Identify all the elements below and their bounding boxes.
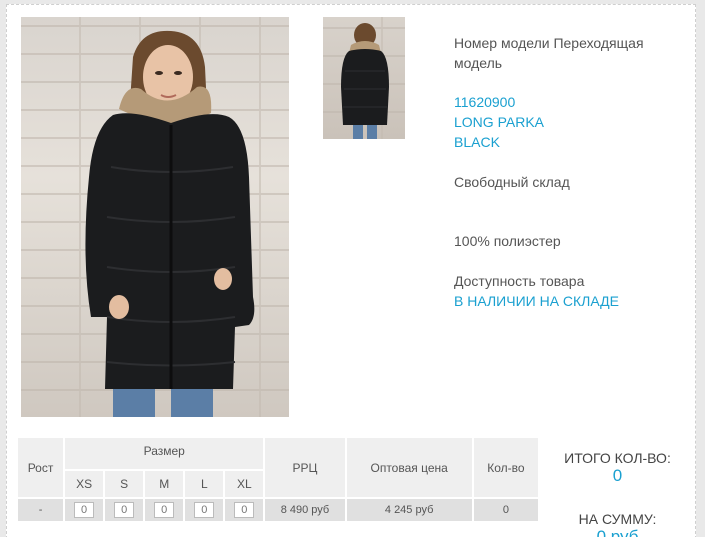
qty-input-xl[interactable] xyxy=(234,502,255,518)
qty-cell-xs xyxy=(63,497,106,523)
size-s: S xyxy=(103,469,146,499)
row-wholesale: 4 245 руб xyxy=(344,497,474,523)
model-front-illustration xyxy=(85,30,255,417)
availability-label: Доступность товара xyxy=(454,273,585,289)
size-m: M xyxy=(143,469,186,499)
qty-cell-m xyxy=(143,497,186,523)
total-sum-value: 0 руб xyxy=(596,527,639,537)
total-count-label: ИТОГО КОЛ-ВО: xyxy=(564,450,671,466)
material-label: 100% полиэстер xyxy=(454,233,561,249)
product-color: BLACK xyxy=(454,134,500,150)
header-wholesale: Оптовая цена xyxy=(344,436,474,499)
qty-input-s[interactable] xyxy=(114,502,135,518)
qty-input-xs[interactable] xyxy=(74,502,95,518)
size-xs: XS xyxy=(63,469,106,499)
product-name: LONG PARKA xyxy=(454,114,544,130)
qty-input-l[interactable] xyxy=(194,502,215,518)
model-label: Номер модели Переходящая модель xyxy=(454,35,644,71)
qty-cell-l xyxy=(183,497,226,523)
total-sum: НА СУММУ: 0 руб xyxy=(555,511,680,537)
warehouse-label: Свободный склад xyxy=(454,174,570,190)
size-xl: XL xyxy=(223,469,266,499)
product-card: Номер модели Переходящая модель 11620900… xyxy=(6,4,696,537)
size-l: L xyxy=(183,469,226,499)
total-count-value: 0 xyxy=(612,466,623,485)
availability-status: В НАЛИЧИИ НА СКЛАДЕ xyxy=(454,293,619,309)
size-price-table: Рост Размер РРЦ Оптовая цена Кол-во XS S… xyxy=(15,436,541,523)
header-height: Рост xyxy=(15,436,66,499)
qty-cell-s xyxy=(103,497,146,523)
qty-cell-xl xyxy=(223,497,266,523)
product-thumbnail-back[interactable] xyxy=(323,17,405,139)
article-number: 11620900 xyxy=(454,94,516,110)
header-qty: Кол-во xyxy=(471,436,541,499)
header-size: Размер xyxy=(63,436,266,471)
product-main-photo[interactable] xyxy=(21,17,289,417)
row-qty: 0 xyxy=(471,497,541,523)
row-height: - xyxy=(15,497,66,523)
model-back-illustration xyxy=(341,23,389,139)
total-sum-label: НА СУММУ: xyxy=(578,511,657,527)
header-rrp: РРЦ xyxy=(263,436,347,499)
table-row: - 8 490 руб 4 245 руб 0 xyxy=(15,497,541,523)
qty-input-m[interactable] xyxy=(154,502,175,518)
product-info: Номер модели Переходящая модель 11620900… xyxy=(454,33,689,311)
total-count: ИТОГО КОЛ-ВО: 0 xyxy=(555,450,680,486)
row-rrp: 8 490 руб xyxy=(263,497,347,523)
